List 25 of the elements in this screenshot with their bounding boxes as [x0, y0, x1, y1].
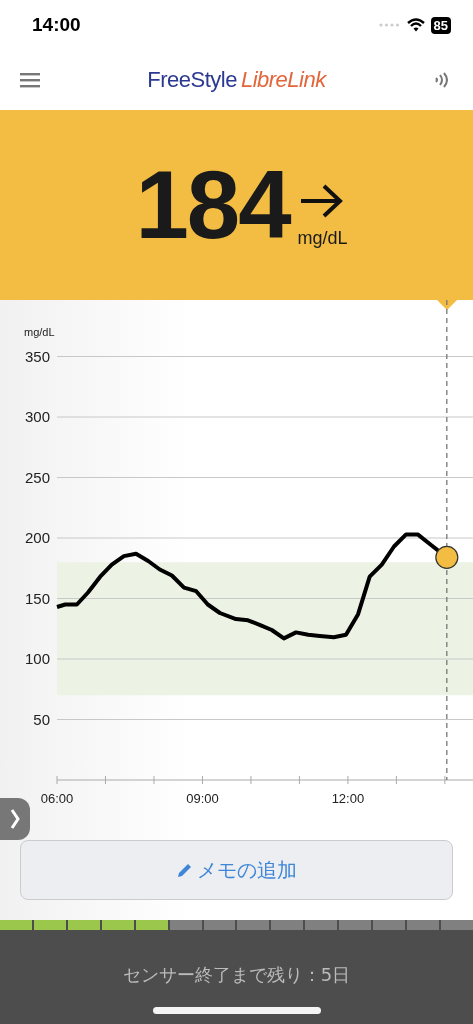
y-tick-label: 250: [24, 468, 50, 486]
sensor-remaining-text: センサー終了まで残り：5日: [122, 963, 351, 987]
x-tick-label: 12:00: [331, 791, 365, 806]
menu-icon[interactable]: [20, 72, 40, 88]
axis-unit: mg/dL: [24, 326, 55, 338]
y-tick-label: 50: [33, 710, 50, 728]
y-tick-label: 200: [24, 529, 50, 546]
glucose-unit: mg/dL: [297, 228, 348, 249]
y-tick-label: 350: [24, 347, 50, 365]
wifi-icon: [406, 18, 425, 32]
y-tick-label: 150: [24, 589, 50, 607]
pencil-icon: [176, 862, 193, 878]
y-tick-label: 300: [24, 408, 50, 425]
add-memo-button[interactable]: メモの追加: [20, 840, 453, 900]
chevron-icon: [10, 808, 20, 830]
y-tick-label: 100: [24, 650, 50, 667]
battery-level: 85: [430, 16, 451, 34]
status-time: 14:00: [32, 14, 81, 36]
app-logo: FreeStyle LibreLink: [147, 67, 326, 93]
current-point: [435, 545, 459, 569]
x-tick-label: 06:00: [40, 791, 74, 806]
side-tab-button[interactable]: [0, 798, 30, 840]
signal-icon: [378, 23, 401, 27]
x-tick-label: 09:00: [186, 791, 219, 806]
glucose-value: 184: [135, 157, 290, 253]
